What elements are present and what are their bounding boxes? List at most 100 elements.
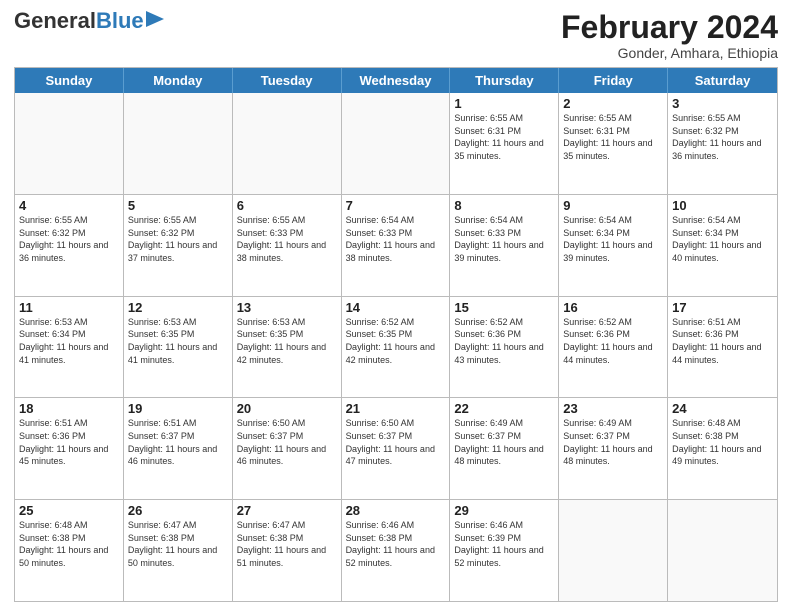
day-info: Sunrise: 6:47 AM Sunset: 6:38 PM Dayligh… — [237, 519, 337, 569]
day-info: Sunrise: 6:46 AM Sunset: 6:38 PM Dayligh… — [346, 519, 446, 569]
day-info: Sunrise: 6:51 AM Sunset: 6:37 PM Dayligh… — [128, 417, 228, 467]
day-number: 24 — [672, 401, 773, 416]
day-number: 20 — [237, 401, 337, 416]
day-number: 16 — [563, 300, 663, 315]
day-info: Sunrise: 6:55 AM Sunset: 6:31 PM Dayligh… — [454, 112, 554, 162]
day-info: Sunrise: 6:52 AM Sunset: 6:36 PM Dayligh… — [563, 316, 663, 366]
day-info: Sunrise: 6:50 AM Sunset: 6:37 PM Dayligh… — [237, 417, 337, 467]
logo-arrow-icon — [146, 11, 164, 27]
day-number: 14 — [346, 300, 446, 315]
day-number: 5 — [128, 198, 228, 213]
calendar-cell — [559, 500, 668, 601]
day-number: 22 — [454, 401, 554, 416]
calendar-cell: 22Sunrise: 6:49 AM Sunset: 6:37 PM Dayli… — [450, 398, 559, 499]
page: GeneralBlue February 2024 Gonder, Amhara… — [0, 0, 792, 612]
day-number: 27 — [237, 503, 337, 518]
calendar-cell: 26Sunrise: 6:47 AM Sunset: 6:38 PM Dayli… — [124, 500, 233, 601]
day-info: Sunrise: 6:53 AM Sunset: 6:35 PM Dayligh… — [128, 316, 228, 366]
day-info: Sunrise: 6:53 AM Sunset: 6:34 PM Dayligh… — [19, 316, 119, 366]
subtitle: Gonder, Amhara, Ethiopia — [561, 45, 778, 61]
calendar-cell: 15Sunrise: 6:52 AM Sunset: 6:36 PM Dayli… — [450, 297, 559, 398]
header: GeneralBlue February 2024 Gonder, Amhara… — [14, 10, 778, 61]
calendar-cell: 9Sunrise: 6:54 AM Sunset: 6:34 PM Daylig… — [559, 195, 668, 296]
day-number: 11 — [19, 300, 119, 315]
day-number: 17 — [672, 300, 773, 315]
month-title: February 2024 — [561, 10, 778, 45]
calendar-cell: 23Sunrise: 6:49 AM Sunset: 6:37 PM Dayli… — [559, 398, 668, 499]
calendar-cell: 5Sunrise: 6:55 AM Sunset: 6:32 PM Daylig… — [124, 195, 233, 296]
calendar-cell: 25Sunrise: 6:48 AM Sunset: 6:38 PM Dayli… — [15, 500, 124, 601]
day-info: Sunrise: 6:50 AM Sunset: 6:37 PM Dayligh… — [346, 417, 446, 467]
title-block: February 2024 Gonder, Amhara, Ethiopia — [561, 10, 778, 61]
day-number: 7 — [346, 198, 446, 213]
calendar-cell: 28Sunrise: 6:46 AM Sunset: 6:38 PM Dayli… — [342, 500, 451, 601]
calendar-body: 1Sunrise: 6:55 AM Sunset: 6:31 PM Daylig… — [15, 93, 777, 601]
calendar-cell: 13Sunrise: 6:53 AM Sunset: 6:35 PM Dayli… — [233, 297, 342, 398]
day-number: 29 — [454, 503, 554, 518]
day-number: 10 — [672, 198, 773, 213]
day-number: 28 — [346, 503, 446, 518]
day-number: 21 — [346, 401, 446, 416]
day-number: 18 — [19, 401, 119, 416]
calendar-header-cell: Friday — [559, 68, 668, 93]
calendar-cell: 16Sunrise: 6:52 AM Sunset: 6:36 PM Dayli… — [559, 297, 668, 398]
calendar: SundayMondayTuesdayWednesdayThursdayFrid… — [14, 67, 778, 602]
day-info: Sunrise: 6:52 AM Sunset: 6:35 PM Dayligh… — [346, 316, 446, 366]
calendar-header-cell: Sunday — [15, 68, 124, 93]
day-number: 9 — [563, 198, 663, 213]
calendar-cell: 18Sunrise: 6:51 AM Sunset: 6:36 PM Dayli… — [15, 398, 124, 499]
day-number: 19 — [128, 401, 228, 416]
day-info: Sunrise: 6:55 AM Sunset: 6:33 PM Dayligh… — [237, 214, 337, 264]
day-info: Sunrise: 6:51 AM Sunset: 6:36 PM Dayligh… — [672, 316, 773, 366]
calendar-cell: 12Sunrise: 6:53 AM Sunset: 6:35 PM Dayli… — [124, 297, 233, 398]
calendar-cell: 8Sunrise: 6:54 AM Sunset: 6:33 PM Daylig… — [450, 195, 559, 296]
calendar-cell: 14Sunrise: 6:52 AM Sunset: 6:35 PM Dayli… — [342, 297, 451, 398]
day-info: Sunrise: 6:55 AM Sunset: 6:32 PM Dayligh… — [19, 214, 119, 264]
day-info: Sunrise: 6:54 AM Sunset: 6:33 PM Dayligh… — [454, 214, 554, 264]
calendar-week-row: 25Sunrise: 6:48 AM Sunset: 6:38 PM Dayli… — [15, 499, 777, 601]
day-info: Sunrise: 6:52 AM Sunset: 6:36 PM Dayligh… — [454, 316, 554, 366]
day-number: 1 — [454, 96, 554, 111]
day-number: 23 — [563, 401, 663, 416]
day-number: 2 — [563, 96, 663, 111]
day-info: Sunrise: 6:49 AM Sunset: 6:37 PM Dayligh… — [563, 417, 663, 467]
calendar-cell: 6Sunrise: 6:55 AM Sunset: 6:33 PM Daylig… — [233, 195, 342, 296]
day-number: 15 — [454, 300, 554, 315]
day-number: 26 — [128, 503, 228, 518]
calendar-header: SundayMondayTuesdayWednesdayThursdayFrid… — [15, 68, 777, 93]
calendar-cell — [342, 93, 451, 194]
calendar-cell: 24Sunrise: 6:48 AM Sunset: 6:38 PM Dayli… — [668, 398, 777, 499]
day-info: Sunrise: 6:47 AM Sunset: 6:38 PM Dayligh… — [128, 519, 228, 569]
calendar-cell — [668, 500, 777, 601]
calendar-header-cell: Thursday — [450, 68, 559, 93]
day-number: 12 — [128, 300, 228, 315]
calendar-cell: 3Sunrise: 6:55 AM Sunset: 6:32 PM Daylig… — [668, 93, 777, 194]
calendar-cell — [233, 93, 342, 194]
day-number: 25 — [19, 503, 119, 518]
calendar-cell: 2Sunrise: 6:55 AM Sunset: 6:31 PM Daylig… — [559, 93, 668, 194]
day-number: 6 — [237, 198, 337, 213]
calendar-header-cell: Saturday — [668, 68, 777, 93]
calendar-cell: 20Sunrise: 6:50 AM Sunset: 6:37 PM Dayli… — [233, 398, 342, 499]
calendar-header-cell: Wednesday — [342, 68, 451, 93]
calendar-week-row: 11Sunrise: 6:53 AM Sunset: 6:34 PM Dayli… — [15, 296, 777, 398]
logo: GeneralBlue — [14, 10, 164, 32]
day-number: 4 — [19, 198, 119, 213]
day-number: 8 — [454, 198, 554, 213]
calendar-cell: 27Sunrise: 6:47 AM Sunset: 6:38 PM Dayli… — [233, 500, 342, 601]
day-info: Sunrise: 6:48 AM Sunset: 6:38 PM Dayligh… — [19, 519, 119, 569]
calendar-cell: 21Sunrise: 6:50 AM Sunset: 6:37 PM Dayli… — [342, 398, 451, 499]
calendar-cell: 29Sunrise: 6:46 AM Sunset: 6:39 PM Dayli… — [450, 500, 559, 601]
calendar-cell: 10Sunrise: 6:54 AM Sunset: 6:34 PM Dayli… — [668, 195, 777, 296]
day-info: Sunrise: 6:48 AM Sunset: 6:38 PM Dayligh… — [672, 417, 773, 467]
logo-text: GeneralBlue — [14, 10, 144, 32]
calendar-cell: 4Sunrise: 6:55 AM Sunset: 6:32 PM Daylig… — [15, 195, 124, 296]
day-info: Sunrise: 6:55 AM Sunset: 6:32 PM Dayligh… — [128, 214, 228, 264]
calendar-cell: 17Sunrise: 6:51 AM Sunset: 6:36 PM Dayli… — [668, 297, 777, 398]
calendar-week-row: 18Sunrise: 6:51 AM Sunset: 6:36 PM Dayli… — [15, 397, 777, 499]
day-info: Sunrise: 6:55 AM Sunset: 6:32 PM Dayligh… — [672, 112, 773, 162]
day-info: Sunrise: 6:51 AM Sunset: 6:36 PM Dayligh… — [19, 417, 119, 467]
day-info: Sunrise: 6:46 AM Sunset: 6:39 PM Dayligh… — [454, 519, 554, 569]
day-number: 13 — [237, 300, 337, 315]
calendar-cell — [15, 93, 124, 194]
